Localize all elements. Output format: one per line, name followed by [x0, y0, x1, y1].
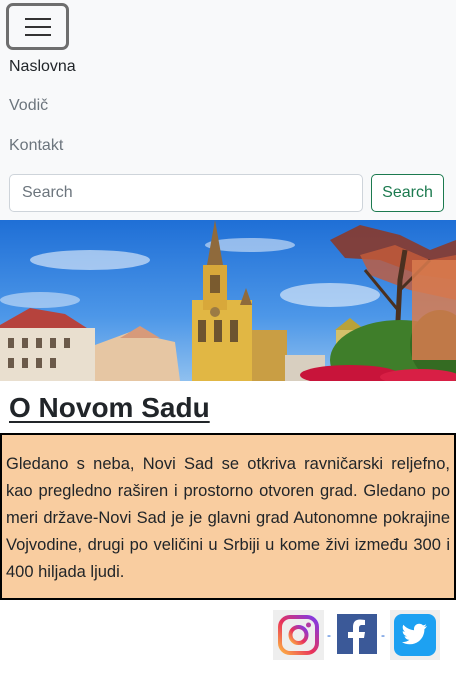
navbar: Naslovna Vodič Kontakt Search — [0, 0, 456, 220]
facebook-link[interactable] — [336, 610, 378, 660]
intro-paragraph: Gledano s neba, Novi Sad se otkriva ravn… — [6, 455, 450, 581]
social-separator: - — [327, 628, 331, 642]
search-button[interactable]: Search — [371, 174, 444, 212]
nav-link-naslovna[interactable]: Naslovna — [9, 58, 76, 76]
nav-link-kontakt[interactable]: Kontakt — [9, 137, 63, 155]
twitter-icon — [390, 610, 440, 660]
social-separator: - — [381, 628, 385, 642]
page-heading: O Novom Sadu — [9, 392, 210, 423]
hamburger-icon — [24, 17, 51, 20]
nav-link-vodic[interactable]: Vodič — [9, 97, 48, 115]
intro-text-box: Gledano s neba, Novi Sad se otkriva ravn… — [0, 433, 456, 600]
navbar-toggler-button[interactable] — [6, 3, 69, 50]
instagram-icon — [273, 610, 324, 660]
search-input[interactable] — [9, 174, 363, 212]
facebook-icon — [337, 614, 377, 654]
twitter-link[interactable] — [390, 610, 440, 660]
hero-image — [0, 220, 456, 381]
instagram-link[interactable] — [273, 610, 324, 660]
